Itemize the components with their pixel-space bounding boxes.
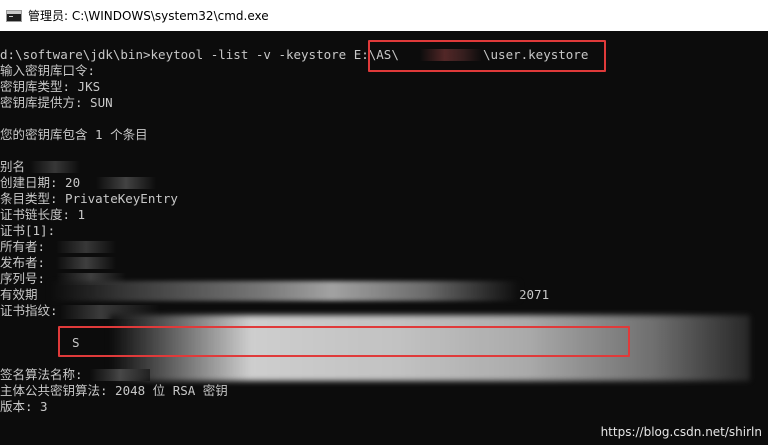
console-line-validity: 有效期 (0, 287, 38, 302)
console-line-password-prompt: 输入密钥库口令: (0, 63, 96, 78)
watermark-text: https://blog.csdn.net/shirln (600, 425, 762, 439)
redaction-blur (56, 257, 116, 269)
console-line-public-key-algorithm: 主体公共密钥算法: 2048 位 RSA 密钥 (0, 383, 228, 398)
highlight-fingerprint (58, 326, 630, 357)
console-line-created: 创建日期: 20 (0, 175, 81, 190)
window-title-bar[interactable]: 管理员: C:\WINDOWS\system32\cmd.exe (0, 0, 768, 31)
console-line-chain-length: 证书链长度: 1 (0, 207, 86, 222)
cmd-console-icon (6, 9, 22, 22)
console-line-validity-tail: 2071 (519, 287, 550, 302)
console-line-issuer: 发布者: (0, 255, 46, 270)
console-line-owner: 所有者: (0, 239, 46, 254)
console-line-version: 版本: 3 (0, 399, 48, 414)
highlight-keystore-path (368, 40, 606, 72)
console-line-entry-type: 条目类型: PrivateKeyEntry (0, 191, 178, 206)
console-line-fingerprint: 证书指纹: (0, 303, 58, 318)
console-line-alias: 别名 (0, 159, 26, 174)
console-line-serial: 序列号: (0, 271, 46, 286)
redaction-blur (50, 281, 520, 301)
console-line-certificate: 证书[1]: (0, 223, 56, 238)
console-line-keystore-provider: 密钥库提供方: SUN (0, 95, 113, 110)
redaction-blur (30, 161, 80, 173)
console-line-keystore-type: 密钥库类型: JKS (0, 79, 101, 94)
console-line-command: d:\software\jdk\bin>keytool -list -v -ke… (0, 47, 399, 62)
redaction-blur (96, 177, 156, 189)
console-output[interactable]: d:\software\jdk\bin>keytool -list -v -ke… (0, 31, 768, 445)
console-line-entry-count: 您的密钥库包含 1 个条目 (0, 127, 148, 142)
redaction-blur (90, 369, 150, 381)
console-line-signature-algorithm: 签名算法名称: (0, 367, 83, 382)
window-title: 管理员: C:\WINDOWS\system32\cmd.exe (28, 9, 269, 23)
redaction-blur (56, 241, 116, 253)
